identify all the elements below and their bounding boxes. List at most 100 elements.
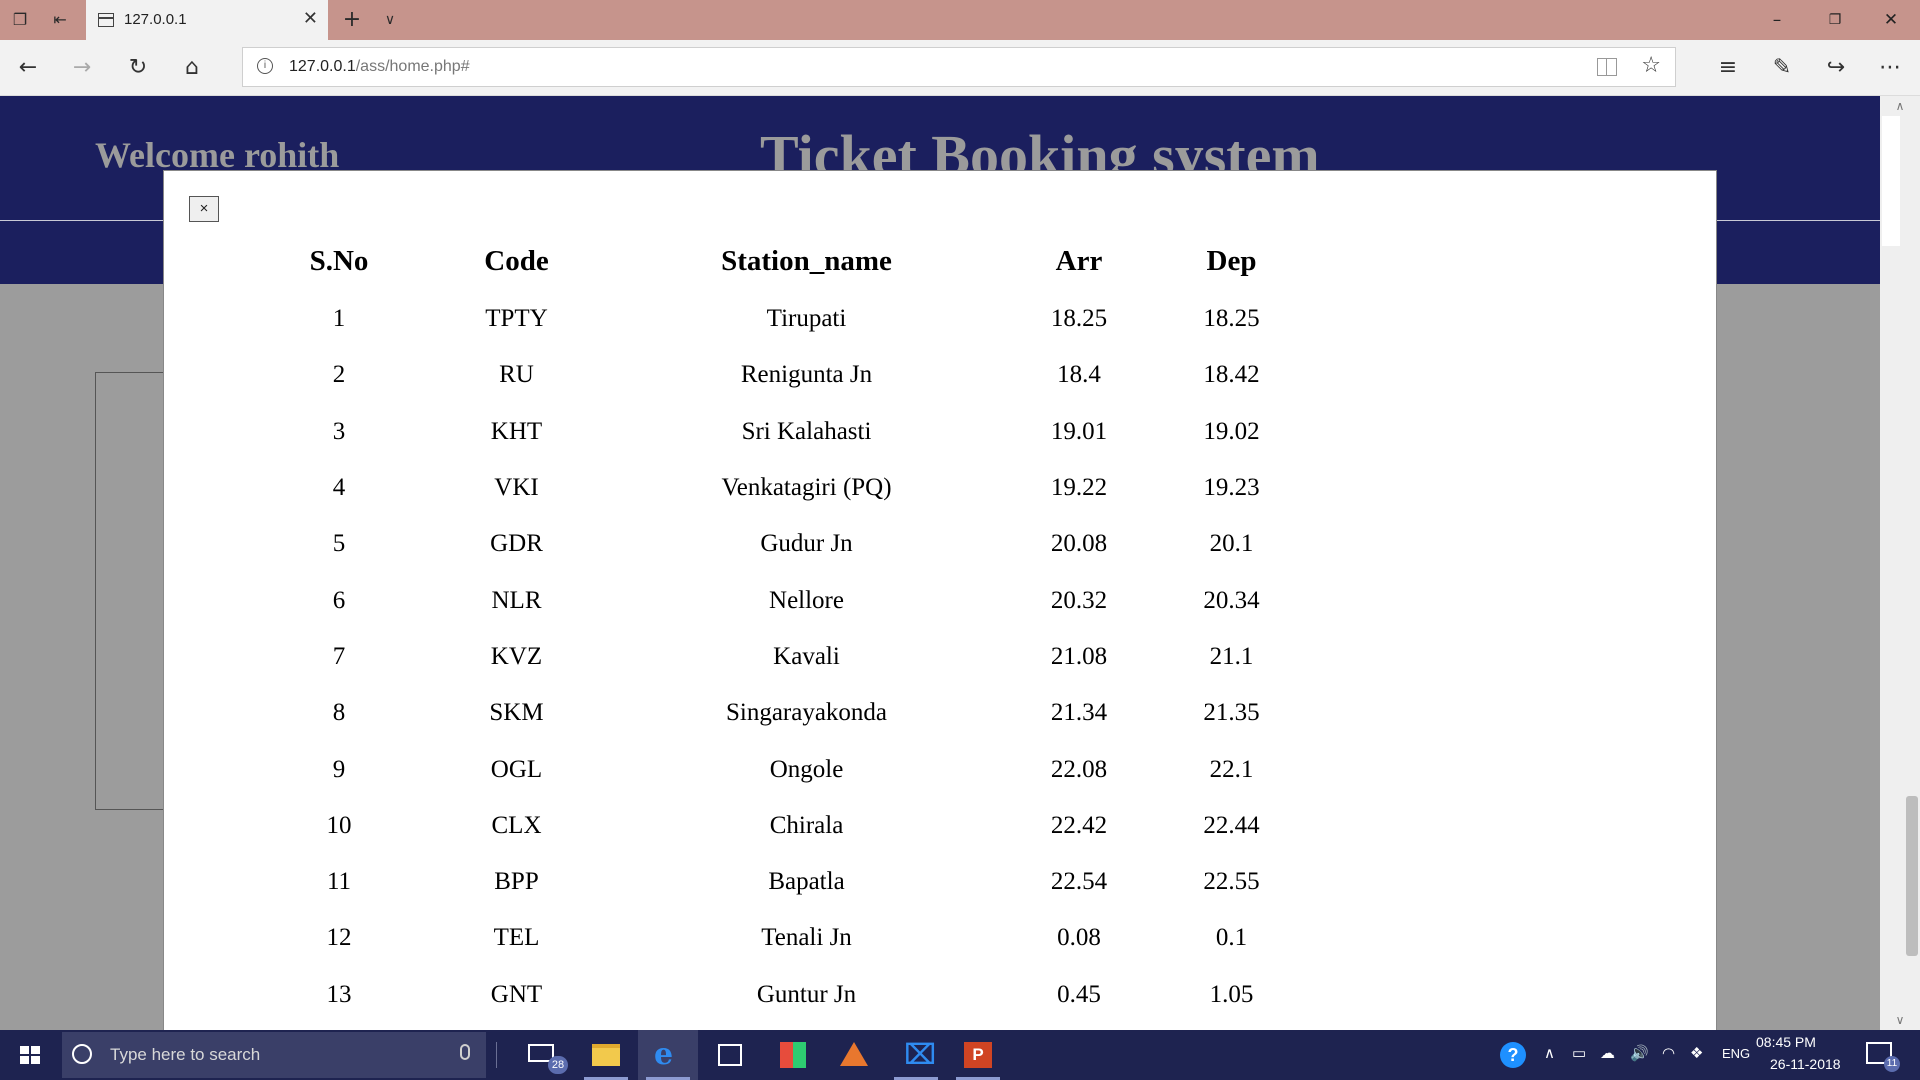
cell-dep: 19.23 <box>1203 474 1260 502</box>
cell-code: CLX <box>491 811 542 839</box>
minimize-icon[interactable]: – <box>1748 0 1806 40</box>
cell-dep: 18.42 <box>1203 361 1260 389</box>
language-indicator[interactable]: ENG <box>1722 1046 1750 1061</box>
matlab-icon <box>840 1042 868 1066</box>
page-icon <box>98 13 114 27</box>
cell-dep: 22.1 <box>1209 755 1254 783</box>
cell-arr: 20.32 <box>1050 586 1108 614</box>
tab-close-icon[interactable]: ✕ <box>303 8 318 29</box>
cortana-icon <box>72 1044 92 1064</box>
cell-station-name: Bapatla <box>768 868 845 896</box>
start-button[interactable] <box>0 1030 58 1080</box>
edge-app[interactable]: e <box>638 1030 698 1080</box>
scroll-thumb[interactable] <box>1906 796 1918 956</box>
cell-dep: 0.1 <box>1215 924 1248 952</box>
table-row: 5 GDR Gudur Jn 20.08 20.1 <box>234 516 1329 572</box>
cell-sno: 7 <box>332 642 346 670</box>
cell-arr: 22.08 <box>1050 755 1108 783</box>
url-path: /ass/home.php# <box>355 58 470 75</box>
clock-date[interactable]: 26-11-2018 <box>1770 1056 1841 1072</box>
favorites-hub-icon[interactable]: ≡ <box>1714 54 1742 82</box>
close-window-icon[interactable]: ✕ <box>1862 0 1920 40</box>
cell-arr: 21.08 <box>1050 642 1108 670</box>
office-app[interactable] <box>762 1030 822 1080</box>
cell-sno: 8 <box>332 699 346 727</box>
dropbox-icon[interactable]: ❖ <box>1690 1044 1703 1062</box>
cell-sno: 11 <box>326 868 352 896</box>
help-icon[interactable]: ? <box>1500 1042 1526 1068</box>
scroll-track-highlight <box>1882 116 1900 246</box>
tab-list-chevron-icon[interactable]: ∨ <box>378 8 402 32</box>
reading-view-icon[interactable] <box>1597 58 1617 76</box>
cell-sno: 12 <box>326 924 352 952</box>
favorite-star-icon[interactable]: ☆ <box>1641 53 1661 78</box>
cell-station-name: Nellore <box>769 586 844 614</box>
cell-arr: 22.42 <box>1050 811 1108 839</box>
file-explorer-app[interactable] <box>576 1030 636 1080</box>
volume-icon[interactable]: 🔊 <box>1630 1044 1649 1062</box>
page-viewport: Welcome rohith Ticket Booking system × S… <box>0 96 1880 1030</box>
cell-code: GDR <box>490 530 543 558</box>
taskbar-search[interactable]: Type here to search <box>62 1032 486 1078</box>
cell-sno: 13 <box>326 980 352 1008</box>
share-icon[interactable]: ↪ <box>1822 54 1850 82</box>
cell-code: VKI <box>494 474 539 502</box>
scroll-down-icon[interactable]: ∨ <box>1880 1010 1920 1030</box>
cell-dep: 21.35 <box>1203 699 1260 727</box>
cell-sno: 2 <box>332 361 346 389</box>
new-tab-icon[interactable]: + <box>340 8 364 32</box>
route-table: S.No Code Station_name Arr Dep 1 TPTY Tiru… <box>234 231 1329 1023</box>
show-hidden-icons-chevron-icon[interactable]: ∧ <box>1544 1044 1555 1062</box>
address-url[interactable]: 127.0.0.1/ass/home.php# <box>289 58 470 76</box>
home-icon[interactable]: ⌂ <box>178 54 206 82</box>
forward-icon[interactable]: → <box>68 54 96 82</box>
windows-logo-icon <box>20 1046 40 1064</box>
table-row: 4 VKI Venkatagiri (PQ) 19.22 19.23 <box>234 460 1329 516</box>
tabs-aside-icon[interactable]: ⇤ <box>48 8 72 32</box>
vscode-app[interactable]: ⌧ <box>886 1030 946 1080</box>
restore-icon[interactable]: ❐ <box>1806 0 1864 40</box>
cell-station-name: Gudur Jn <box>760 530 853 558</box>
table-header-row: S.No Code Station_name Arr Dep <box>234 231 1329 291</box>
cell-station-name: Ongole <box>769 755 844 783</box>
modal-close-button[interactable]: × <box>189 196 219 222</box>
cell-dep: 22.55 <box>1203 868 1260 896</box>
site-info-icon[interactable]: i <box>257 58 273 74</box>
cell-sno: 1 <box>332 305 346 333</box>
microphone-icon[interactable] <box>460 1044 470 1060</box>
onedrive-cloud-icon[interactable]: ☁ <box>1600 1044 1615 1062</box>
cell-dep: 22.44 <box>1203 811 1260 839</box>
powerpoint-app[interactable]: P <box>948 1030 1008 1080</box>
col-header-dep: Dep <box>1206 244 1257 277</box>
cell-sno: 9 <box>332 755 346 783</box>
wifi-icon[interactable]: ◠ <box>1662 1044 1675 1062</box>
more-icon[interactable]: ⋯ <box>1876 54 1904 82</box>
web-note-icon[interactable]: ✎ <box>1768 54 1796 82</box>
cell-code: NLR <box>491 586 542 614</box>
edge-icon: e <box>654 1037 674 1072</box>
table-row: 10 CLX Chirala 22.42 22.44 <box>234 798 1329 854</box>
tab-set-aside-icon[interactable]: ❐ <box>8 8 32 32</box>
browser-tab[interactable]: 127.0.0.1 ✕ <box>86 0 328 40</box>
taskbar: Type here to search 28 e ⌧ P ? ∧ ▭ ☁ 🔊 ◠… <box>0 1030 1920 1080</box>
page-scrollbar[interactable]: ∧ ∨ <box>1880 96 1920 1030</box>
mail-app[interactable]: 28 <box>514 1030 574 1080</box>
cell-arr: 0.45 <box>1057 980 1101 1008</box>
battery-icon[interactable]: ▭ <box>1572 1044 1586 1062</box>
matlab-app[interactable] <box>824 1030 884 1080</box>
back-icon[interactable]: ← <box>14 54 42 82</box>
address-bar[interactable]: i 127.0.0.1/ass/home.php# ☆ <box>242 47 1676 87</box>
action-center-icon[interactable]: 11 <box>1866 1042 1900 1072</box>
table-row: 7 KVZ Kavali 21.08 21.1 <box>234 629 1329 685</box>
cell-arr: 18.25 <box>1050 305 1108 333</box>
cell-station-name: Chirala <box>769 811 844 839</box>
table-row: 1 TPTY Tirupati 18.25 18.25 <box>234 291 1329 347</box>
cell-code: KVZ <box>490 642 543 670</box>
cell-station-name: Renigunta Jn <box>740 361 873 389</box>
refresh-icon[interactable]: ↻ <box>124 54 152 82</box>
clock-time[interactable]: 08:45 PM <box>1756 1034 1816 1050</box>
cell-code: TEL <box>493 924 540 952</box>
cell-code: BPP <box>494 868 539 896</box>
scroll-up-icon[interactable]: ∧ <box>1880 96 1920 116</box>
store-app[interactable] <box>700 1030 760 1080</box>
